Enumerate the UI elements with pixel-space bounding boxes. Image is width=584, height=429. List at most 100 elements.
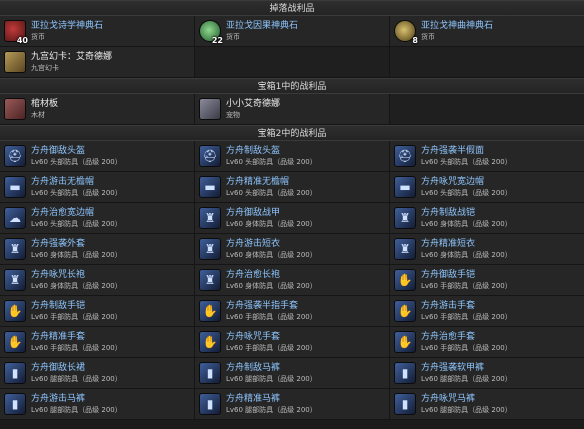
armor-icon: ☁ xyxy=(4,207,26,229)
armor-icon: ✋ xyxy=(394,331,416,353)
tomestone-icon: 40 xyxy=(4,20,28,45)
loot-item[interactable]: ☁ 方舟治愈宽边帽 Lv60 头部防具（品级 200） xyxy=(0,203,195,234)
loot-item[interactable]: ✋ 方舟制敌手铠 Lv60 手部防具（品级 200） xyxy=(0,296,195,327)
item-category: 货币 xyxy=(31,33,45,41)
loot-item[interactable]: ♜ 方舟咏咒长袍 Lv60 身体防具（品级 200） xyxy=(0,265,195,296)
loot-item[interactable]: ✋ 方舟强袭半指手套 Lv60 手部防具（品级 200） xyxy=(195,296,390,327)
loot-item[interactable]: ▮ 方舟御敌长裙 Lv60 腿部防具（品级 200） xyxy=(0,358,195,389)
loot-item[interactable]: 九宫幻卡：艾奇德娜 九宫幻卡 xyxy=(0,47,195,78)
loot-item[interactable]: 22 亚拉戈因果神典石 货币 xyxy=(195,16,390,47)
loot-item[interactable]: ▬ 方舟游击无檐帽 Lv60 头部防具（品级 200） xyxy=(0,172,195,203)
loot-item[interactable]: ♜ 方舟游击短衣 Lv60 身体防具（品级 200） xyxy=(195,234,390,265)
loot-item[interactable]: ✋ 方舟精准手套 Lv60 手部防具（品级 200） xyxy=(0,327,195,358)
loot-item[interactable]: ♜ 方舟御敌战甲 Lv60 身体防具（品级 200） xyxy=(195,203,390,234)
item-name[interactable]: 方舟制敌手铠 xyxy=(31,300,122,312)
loot-item[interactable]: ♜ 方舟精准短衣 Lv60 身体防具（品级 200） xyxy=(390,234,584,265)
loot-item[interactable]: ⛑ 方舟强袭半假面 Lv60 头部防具（品级 200） xyxy=(390,141,584,172)
armor-glyph: ✋ xyxy=(397,304,413,318)
armor-icon: ▮ xyxy=(199,362,221,384)
item-info: 亚拉戈神曲神典石 货币 xyxy=(421,20,493,42)
item-info: 方舟游击手套 Lv60 手部防具（品级 200） xyxy=(421,300,512,322)
item-name[interactable]: 方舟治愈长袍 xyxy=(226,269,317,281)
item-info: 方舟治愈长袍 Lv60 身体防具（品级 200） xyxy=(226,269,317,291)
loot-item[interactable]: 8 亚拉戈神曲神典石 货币 xyxy=(390,16,584,47)
item-name[interactable]: 棺材板 xyxy=(31,98,58,110)
item-name[interactable]: 九宫幻卡：艾奇德娜 xyxy=(31,51,112,63)
loot-item[interactable]: ▬ 方舟咏咒宽边帽 Lv60 头部防具（品级 200） xyxy=(390,172,584,203)
item-name[interactable]: 小小艾奇德娜 xyxy=(226,98,280,110)
item-category: Lv60 手部防具（品级 200） xyxy=(226,344,317,352)
item-name[interactable]: 方舟制敌马裤 xyxy=(226,362,317,374)
loot-item[interactable]: ▮ 方舟强袭软甲裤 Lv60 腿部防具（品级 200） xyxy=(390,358,584,389)
item-name[interactable]: 方舟制敌战铠 xyxy=(421,207,512,219)
loot-item[interactable]: ✋ 方舟御敌手铠 Lv60 手部防具（品级 200） xyxy=(390,265,584,296)
item-info: 方舟精准手套 Lv60 手部防具（品级 200） xyxy=(31,331,122,353)
item-name[interactable]: 方舟游击无檐帽 xyxy=(31,176,122,188)
loot-item[interactable]: ▮ 方舟制敌马裤 Lv60 腿部防具（品级 200） xyxy=(195,358,390,389)
loot-item[interactable]: 40 亚拉戈诗学神典石 货币 xyxy=(0,16,195,47)
armor-icon: ✋ xyxy=(199,331,221,353)
armor-glyph: ♜ xyxy=(204,242,216,256)
item-name[interactable]: 方舟精准马裤 xyxy=(226,393,317,405)
item-category: Lv60 腿部防具（品级 200） xyxy=(31,375,122,383)
loot-item[interactable]: ♜ 方舟治愈长袍 Lv60 身体防具（品级 200） xyxy=(195,265,390,296)
loot-item[interactable]: ▮ 方舟精准马裤 Lv60 腿部防具（品级 200） xyxy=(195,389,390,420)
item-category: Lv60 身体防具（品级 200） xyxy=(226,220,317,228)
loot-item[interactable]: ⛑ 方舟御敌头盔 Lv60 头部防具（品级 200） xyxy=(0,141,195,172)
item-category: 货币 xyxy=(421,33,435,41)
item-name[interactable]: 方舟精准短衣 xyxy=(421,238,512,250)
item-name[interactable]: 方舟咏咒长袍 xyxy=(31,269,122,281)
item-name[interactable]: 方舟御敌头盔 xyxy=(31,145,122,157)
item-info: 方舟制敌头盔 Lv60 头部防具（品级 200） xyxy=(226,145,317,167)
item-name[interactable]: 方舟治愈宽边帽 xyxy=(31,207,122,219)
item-name[interactable]: 方舟精准手套 xyxy=(31,331,122,343)
loot-item[interactable]: ✋ 方舟游击手套 Lv60 手部防具（品级 200） xyxy=(390,296,584,327)
loot-item[interactable]: ✋ 方舟治愈手套 Lv60 手部防具（品级 200） xyxy=(390,327,584,358)
loot-grid: 棺材板 木材 小小艾奇德娜 宠物 xyxy=(0,94,584,125)
item-info: 亚拉戈因果神典石 货币 xyxy=(226,20,298,42)
item-info: 方舟咏咒马裤 Lv60 腿部防具（品级 200） xyxy=(421,393,512,415)
item-name[interactable]: 方舟游击短衣 xyxy=(226,238,317,250)
item-name[interactable]: 方舟御敌长裙 xyxy=(31,362,122,374)
item-name[interactable]: 亚拉戈神曲神典石 xyxy=(421,20,493,32)
armor-glyph: ▬ xyxy=(204,180,216,194)
loot-item[interactable]: ▮ 方舟游击马裤 Lv60 腿部防具（品级 200） xyxy=(0,389,195,420)
loot-item[interactable]: ▬ 方舟精准无檐帽 Lv60 头部防具（品级 200） xyxy=(195,172,390,203)
armor-icon: ▬ xyxy=(199,176,221,198)
item-name[interactable]: 方舟御敌战甲 xyxy=(226,207,317,219)
item-name[interactable]: 方舟游击马裤 xyxy=(31,393,122,405)
item-name[interactable]: 方舟精准无檐帽 xyxy=(226,176,317,188)
item-name[interactable]: 方舟强袭半指手套 xyxy=(226,300,317,312)
armor-icon: ♜ xyxy=(199,269,221,291)
item-name[interactable]: 亚拉戈诗学神典石 xyxy=(31,20,103,32)
loot-item[interactable]: ♜ 方舟强袭外套 Lv60 身体防具（品级 200） xyxy=(0,234,195,265)
lumber-icon xyxy=(4,98,26,120)
loot-item[interactable]: ⛑ 方舟制敌头盔 Lv60 头部防具（品级 200） xyxy=(195,141,390,172)
item-name[interactable]: 方舟治愈手套 xyxy=(421,331,512,343)
item-info: 棺材板 木材 xyxy=(31,98,58,120)
item-info: 方舟治愈宽边帽 Lv60 头部防具（品级 200） xyxy=(31,207,122,229)
loot-item[interactable]: ✋ 方舟咏咒手套 Lv60 手部防具（品级 200） xyxy=(195,327,390,358)
item-name[interactable]: 方舟强袭软甲裤 xyxy=(421,362,512,374)
item-name[interactable]: 方舟制敌头盔 xyxy=(226,145,317,157)
armor-icon: ♜ xyxy=(394,238,416,260)
item-name[interactable]: 方舟咏咒手套 xyxy=(226,331,317,343)
armor-glyph: ♜ xyxy=(399,211,411,225)
item-name[interactable]: 方舟咏咒宽边帽 xyxy=(421,176,512,188)
item-name[interactable]: 方舟强袭外套 xyxy=(31,238,122,250)
loot-item[interactable]: ▮ 方舟咏咒马裤 Lv60 腿部防具（品级 200） xyxy=(390,389,584,420)
armor-icon: ▮ xyxy=(199,393,221,415)
item-info: 方舟游击无檐帽 Lv60 头部防具（品级 200） xyxy=(31,176,122,198)
armor-icon: ✋ xyxy=(4,300,26,322)
minion-icon xyxy=(199,98,221,120)
item-name[interactable]: 方舟强袭半假面 xyxy=(421,145,512,157)
item-name[interactable]: 方舟御敌手铠 xyxy=(421,269,512,281)
item-name[interactable]: 方舟游击手套 xyxy=(421,300,512,312)
item-category: Lv60 头部防具（品级 200） xyxy=(31,220,122,228)
item-name[interactable]: 亚拉戈因果神典石 xyxy=(226,20,298,32)
loot-item[interactable]: 棺材板 木材 xyxy=(0,94,195,125)
loot-item[interactable]: ♜ 方舟制敌战铠 Lv60 身体防具（品级 200） xyxy=(390,203,584,234)
loot-item[interactable]: 小小艾奇德娜 宠物 xyxy=(195,94,390,125)
item-name[interactable]: 方舟咏咒马裤 xyxy=(421,393,512,405)
section-header: 宝箱1中的战利品 xyxy=(0,78,584,94)
